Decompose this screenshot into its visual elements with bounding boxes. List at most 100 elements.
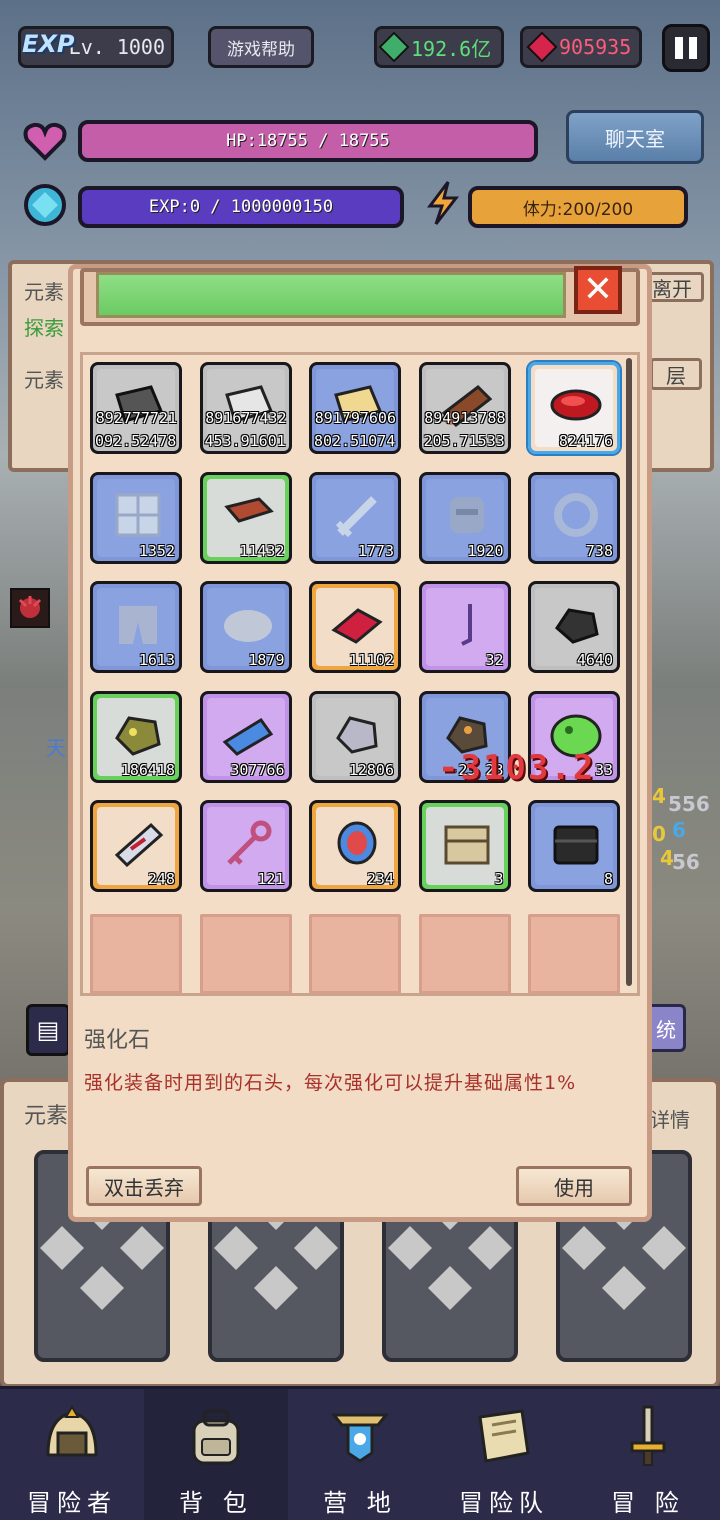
inventory-slot[interactable]: 11432 [199, 471, 292, 564]
level-label: Lv. 1000 [68, 35, 165, 59]
inventory-slot[interactable]: 186418 [90, 690, 182, 783]
inventory-slot[interactable]: 1613 [90, 581, 182, 673]
empty-slot[interactable] [309, 913, 401, 994]
bottom-element-title: 元素 [24, 1104, 69, 1129]
side-number-1: 4 [652, 784, 666, 808]
inventory-slot[interactable]: 738 [528, 471, 620, 564]
inventory-slot[interactable]: 248 [90, 800, 182, 892]
grid-scrollbar[interactable] [626, 358, 632, 986]
inventory-slot[interactable]: 121 [199, 800, 292, 892]
close-icon: ✕ [582, 269, 614, 310]
discard-button[interactable]: 双击丢弃 [86, 1166, 202, 1206]
empty-slot[interactable] [90, 913, 182, 994]
inventory-slot[interactable]: 824176 [528, 362, 620, 454]
wand-icon [460, 604, 472, 646]
gold-ore-icon [115, 715, 161, 756]
inventory-slot[interactable]: 892777721 092.52478 [90, 362, 182, 454]
rainbow-orb-icon [337, 821, 377, 865]
system-button[interactable]: 统 [646, 1004, 686, 1052]
item-count: 1773 [357, 541, 394, 560]
nav-camp[interactable]: 营 地 [288, 1389, 432, 1520]
item-count: 121 [257, 870, 285, 888]
exp-badge: EXP [22, 30, 75, 58]
nav-adventure-label: 冒 险 [611, 1489, 685, 1517]
inventory-slot[interactable]: 1773 [309, 471, 401, 564]
inventory-slot[interactable]: 1920 [418, 471, 511, 564]
key-icon [226, 820, 271, 865]
exp-bar: EXP:0 / 1000000150 [78, 186, 404, 228]
inventory-slot[interactable]: 3 [418, 800, 511, 892]
wooden-chest-icon [444, 825, 489, 865]
empty-slot[interactable] [528, 913, 620, 994]
inventory-slot[interactable]: 4640 [528, 581, 620, 673]
item-title: 强化石 [84, 1028, 151, 1053]
item-count: 32 [485, 651, 504, 669]
hp-bar: HP:18755 / 18755 [78, 120, 538, 162]
inventory-slot[interactable]: 8 [528, 800, 620, 892]
inventory-slot[interactable]: 11102 [309, 581, 401, 673]
use-button[interactable]: 使用 [516, 1166, 632, 1206]
ring-icon [554, 492, 598, 537]
item-name-bar [96, 272, 566, 318]
pants-icon [119, 606, 157, 644]
nav-adventurer[interactable]: 冒险者 [0, 1389, 144, 1520]
inventory-slot[interactable]: 32 [418, 581, 511, 673]
inventory-slot[interactable]: 894913788 205.71533 [418, 362, 511, 454]
monster-portrait [10, 588, 50, 628]
inventory-slot[interactable]: 1879 [199, 581, 292, 673]
team-book-icon [478, 1409, 530, 1463]
book-icon: ▤ [36, 1016, 60, 1044]
pause-button[interactable] [662, 24, 710, 72]
details-link[interactable]: 详情 [650, 1104, 690, 1133]
side-number-2: 556 [668, 792, 710, 816]
nav-adventurer-label: 冒险者 [27, 1489, 117, 1517]
side-number-4: 6 [672, 818, 686, 842]
system-label: 统 [656, 1017, 676, 1042]
empty-slot[interactable] [418, 913, 511, 994]
pause-icon [675, 37, 683, 59]
backpack-icon [192, 1409, 240, 1465]
item-count: 186418 [120, 760, 175, 779]
cloud-icon [223, 610, 272, 642]
nav-camp-label: 营 地 [323, 1489, 397, 1517]
item-count-secondary: 205.71533 [423, 432, 505, 450]
inventory-slot[interactable]: 12806 [309, 690, 401, 783]
item-count: 12806 [348, 760, 394, 779]
coal-icon [555, 608, 599, 644]
empty-slot[interactable] [199, 913, 292, 994]
inventory-slot[interactable]: 307766 [199, 690, 292, 783]
inventory-slot[interactable]: 1352 [90, 471, 182, 564]
nav-backpack[interactable]: 背 包 [144, 1389, 288, 1520]
green-gem-icon [378, 31, 410, 63]
item-count-secondary: 802.51074 [314, 432, 396, 450]
nav-team-label: 冒险队 [459, 1489, 549, 1517]
leave-label: 离开 [652, 276, 692, 301]
explore-label: 探索 [24, 316, 64, 340]
item-count: 891797606 [314, 409, 396, 427]
help-button[interactable]: 游戏帮助 [208, 26, 314, 68]
side-number-3: 0 [652, 822, 666, 846]
nav-backpack-label: 背 包 [179, 1489, 253, 1517]
floor-button[interactable]: 层 [650, 358, 702, 390]
close-button[interactable]: ✕ [574, 266, 622, 314]
item-count: 892777721 [95, 409, 177, 427]
chat-room-button[interactable]: 聊天室 [566, 110, 704, 164]
item-count: 3 [494, 870, 504, 888]
item-count: 1920 [467, 541, 504, 560]
nav-adventure[interactable]: 冒 险 [576, 1389, 720, 1520]
item-count: 1613 [138, 651, 175, 669]
monster-icon [18, 596, 42, 618]
shield-icon [115, 493, 161, 536]
scroll-icon [114, 822, 164, 867]
item-count: 4640 [576, 651, 613, 669]
item-count: 307766 [230, 760, 285, 779]
inventory-slot[interactable]: 891677432 453.91601 [199, 362, 292, 454]
silver-ore-icon [336, 715, 378, 754]
menu-book-button[interactable]: ▤ [26, 1004, 70, 1056]
red-gem-icon [331, 608, 383, 644]
element-label-2: 元素 [24, 368, 64, 392]
item-count: 894913788 [424, 409, 506, 427]
inventory-slot[interactable]: 234 [309, 800, 401, 892]
inventory-slot[interactable]: 891797606 802.51074 [309, 362, 401, 454]
nav-team[interactable]: 冒险队 [432, 1389, 576, 1520]
